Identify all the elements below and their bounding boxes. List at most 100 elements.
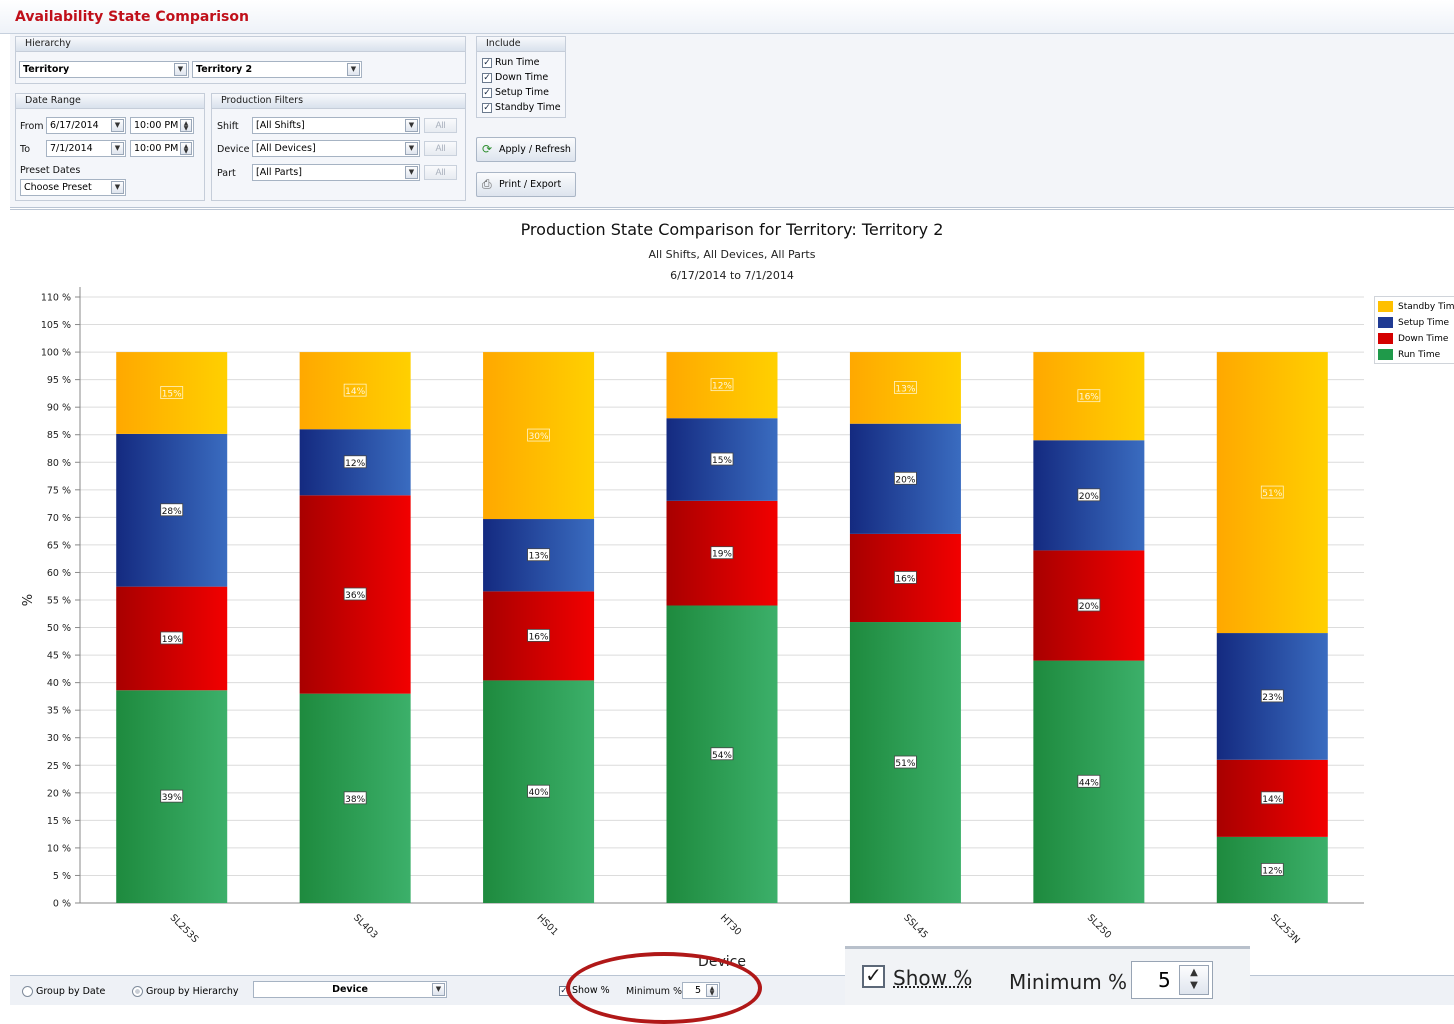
hierarchy-level-select[interactable]: Territory ▼: [19, 61, 189, 78]
refresh-icon: ⟳: [482, 142, 493, 156]
data-label: 19%: [712, 550, 732, 560]
zoom-minimum-value: 5: [1158, 968, 1171, 992]
legend-swatch-down: [1378, 333, 1393, 344]
checkbox-checked-icon[interactable]: ✓: [482, 72, 492, 83]
chevron-down-icon[interactable]: ▼: [111, 142, 124, 155]
group-by-hierarchy-radio[interactable]: Group by Hierarchy: [132, 986, 239, 997]
chevron-down-icon[interactable]: ▼: [405, 142, 418, 155]
preset-dates-value: Choose Preset: [24, 182, 92, 193]
device-all-button[interactable]: All: [424, 141, 457, 156]
checkbox-checked-icon[interactable]: ✓: [482, 87, 492, 98]
spinner-icon[interactable]: ▲ ▼: [180, 119, 192, 132]
group-by-date-radio[interactable]: Group by Date: [22, 986, 105, 997]
x-tick-label: SL403: [351, 912, 380, 941]
group-by-hierarchy-label: Group by Hierarchy: [146, 986, 239, 997]
data-label: 44%: [1079, 778, 1099, 788]
data-label: 20%: [1079, 492, 1099, 502]
y-tick-label: 60 %: [47, 568, 71, 579]
hierarchy-value: Territory 2: [196, 64, 253, 75]
to-date-field[interactable]: 7/1/2014 ▼: [46, 140, 126, 157]
include-run-time-label: Run Time: [495, 57, 540, 68]
checkbox-checked-icon[interactable]: ✓: [482, 102, 492, 113]
app-title: Availability State Comparison: [15, 9, 249, 25]
print-export-button[interactable]: ⎙ Print / Export: [476, 172, 576, 197]
legend-label-setup: Setup Time: [1398, 317, 1450, 328]
hierarchy-value-select[interactable]: Territory 2 ▼: [192, 61, 362, 78]
y-tick-label: 15 %: [47, 816, 71, 827]
chevron-down-icon[interactable]: ▼: [432, 983, 445, 996]
from-date-field[interactable]: 6/17/2014 ▼: [46, 117, 126, 134]
from-date-value: 6/17/2014: [50, 120, 99, 131]
y-tick-label: 10 %: [47, 843, 71, 854]
data-label: 51%: [895, 759, 915, 769]
date-range-group: Date Range From 6/17/2014 ▼ 10:00 PM ▲ ▼ …: [15, 93, 205, 201]
zoom-minimum-field[interactable]: 5 ▲ ▼: [1131, 961, 1213, 999]
hierarchy-header: Hierarchy: [16, 37, 465, 52]
zoom-minimum-label: Minimum %: [1009, 970, 1128, 994]
include-down-time-checkbox[interactable]: ✓ Down Time: [482, 72, 548, 83]
include-standby-time-label: Standby Time: [495, 102, 561, 113]
radio-unselected-icon[interactable]: [22, 986, 33, 997]
group-field-select[interactable]: Device ▼: [253, 981, 447, 998]
spinner-icon[interactable]: ▲ ▼: [1179, 965, 1209, 995]
data-label: 12%: [345, 459, 365, 469]
include-run-time-checkbox[interactable]: ✓ Run Time: [482, 57, 540, 68]
radio-selected-icon[interactable]: [132, 986, 143, 997]
shift-select[interactable]: [All Shifts] ▼: [252, 117, 420, 134]
zoom-callout: ✓ Show % Minimum % 5 ▲ ▼: [845, 946, 1250, 1005]
checkbox-checked-icon[interactable]: ✓: [862, 965, 885, 988]
chevron-down-icon[interactable]: ▼: [174, 63, 187, 76]
data-label: 14%: [1262, 795, 1282, 805]
to-time-field[interactable]: 10:00 PM ▲ ▼: [130, 140, 194, 157]
y-tick-label: 100 %: [41, 348, 71, 359]
legend-swatch-setup: [1378, 317, 1393, 328]
from-time-field[interactable]: 10:00 PM ▲ ▼: [130, 117, 194, 134]
y-tick-label: 5 %: [53, 871, 71, 882]
legend-item-setup: Setup Time: [1378, 317, 1449, 328]
spinner-icon[interactable]: ▲ ▼: [180, 142, 192, 155]
legend-label-standby: Standby Time: [1398, 301, 1454, 312]
include-setup-time-checkbox[interactable]: ✓ Setup Time: [482, 87, 549, 98]
y-tick-label: 50 %: [47, 623, 71, 634]
data-label: 39%: [162, 793, 182, 803]
device-label: Device: [217, 144, 250, 155]
legend-item-down: Down Time: [1378, 333, 1448, 344]
part-select[interactable]: [All Parts] ▼: [252, 164, 420, 181]
data-label: 51%: [1262, 489, 1282, 499]
data-label: 19%: [162, 635, 182, 645]
preset-dates-select[interactable]: Choose Preset ▼: [20, 179, 126, 196]
y-tick-label: 80 %: [47, 458, 71, 469]
part-all-button[interactable]: All: [424, 165, 457, 180]
part-label: Part: [217, 168, 236, 179]
y-tick-label: 90 %: [47, 403, 71, 414]
y-tick-label: 35 %: [47, 706, 71, 717]
data-label: 38%: [345, 795, 365, 805]
from-label: From: [20, 121, 44, 132]
y-tick-label: 65 %: [47, 540, 71, 551]
chevron-down-icon[interactable]: ▼: [405, 119, 418, 132]
chevron-down-icon[interactable]: ▼: [347, 63, 360, 76]
shift-all-button[interactable]: All: [424, 118, 457, 133]
chevron-down-icon[interactable]: ▼: [111, 119, 124, 132]
x-tick-label: SL253S: [168, 912, 201, 945]
data-label: 30%: [529, 432, 549, 442]
include-standby-time-checkbox[interactable]: ✓ Standby Time: [482, 102, 561, 113]
include-down-time-label: Down Time: [495, 72, 549, 83]
device-value: [All Devices]: [256, 143, 316, 154]
chevron-down-icon[interactable]: ▼: [111, 181, 124, 194]
y-tick-label: 0 %: [53, 899, 71, 910]
data-label: 16%: [529, 632, 549, 642]
y-tick-label: 70 %: [47, 513, 71, 524]
legend-swatch-standby: [1378, 301, 1393, 312]
y-tick-label: 95 %: [47, 375, 71, 386]
chevron-down-icon[interactable]: ▼: [405, 166, 418, 179]
apply-refresh-button[interactable]: ⟳ Apply / Refresh: [476, 137, 576, 162]
data-label: 15%: [712, 456, 732, 466]
device-select[interactable]: [All Devices] ▼: [252, 140, 420, 157]
chart-area: Production State Comparison for Territor…: [10, 209, 1454, 974]
hierarchy-group: Hierarchy Territory ▼ Territory 2 ▼: [15, 36, 466, 84]
production-filters-header: Production Filters: [212, 94, 465, 109]
data-label: 12%: [1262, 866, 1282, 876]
data-label: 15%: [162, 390, 182, 400]
checkbox-checked-icon[interactable]: ✓: [482, 57, 492, 68]
